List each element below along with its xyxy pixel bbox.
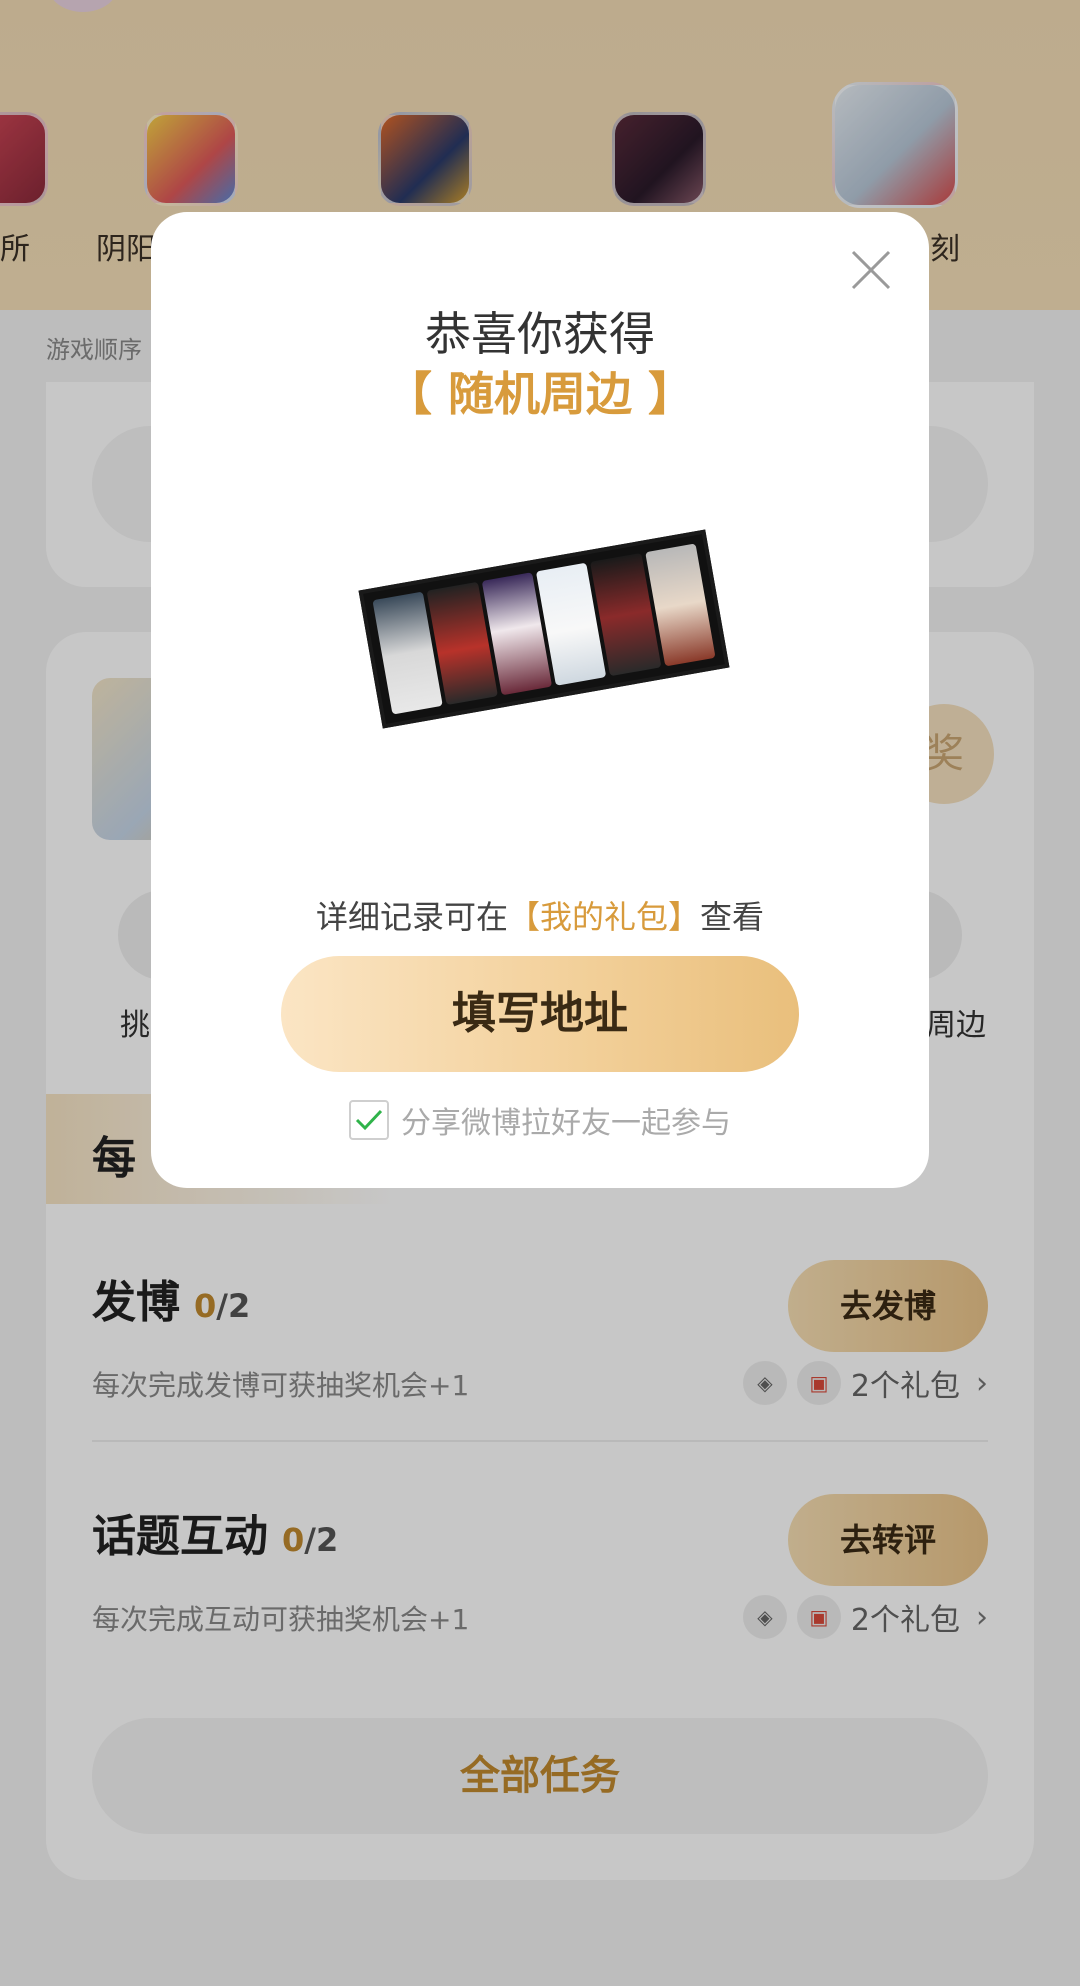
my-gifts-link[interactable]: 【我的礼包】 bbox=[508, 898, 700, 936]
prize-image bbox=[358, 529, 730, 729]
share-checkbox[interactable] bbox=[349, 1100, 389, 1140]
modal-title: 恭喜你获得 bbox=[425, 307, 655, 361]
close-icon[interactable] bbox=[843, 242, 899, 298]
hint-prefix: 详细记录可在 bbox=[315, 898, 508, 936]
fill-address-button[interactable]: 填写地址 bbox=[281, 956, 799, 1072]
prize-name: 【 随机周边 】 bbox=[385, 367, 695, 421]
share-label: 分享微博拉好友一起参与 bbox=[401, 1106, 731, 1141]
share-option[interactable]: 分享微博拉好友一起参与 bbox=[151, 1098, 929, 1142]
checkmark-icon bbox=[355, 1109, 383, 1131]
hint-suffix: 查看 bbox=[700, 898, 765, 936]
record-hint: 详细记录可在【我的礼包】查看 bbox=[151, 892, 929, 938]
prize-modal: 恭喜你获得 【 随机周边 】 详细记录可在【我的礼包】查看 填写地址 分享微博拉… bbox=[151, 212, 929, 1188]
